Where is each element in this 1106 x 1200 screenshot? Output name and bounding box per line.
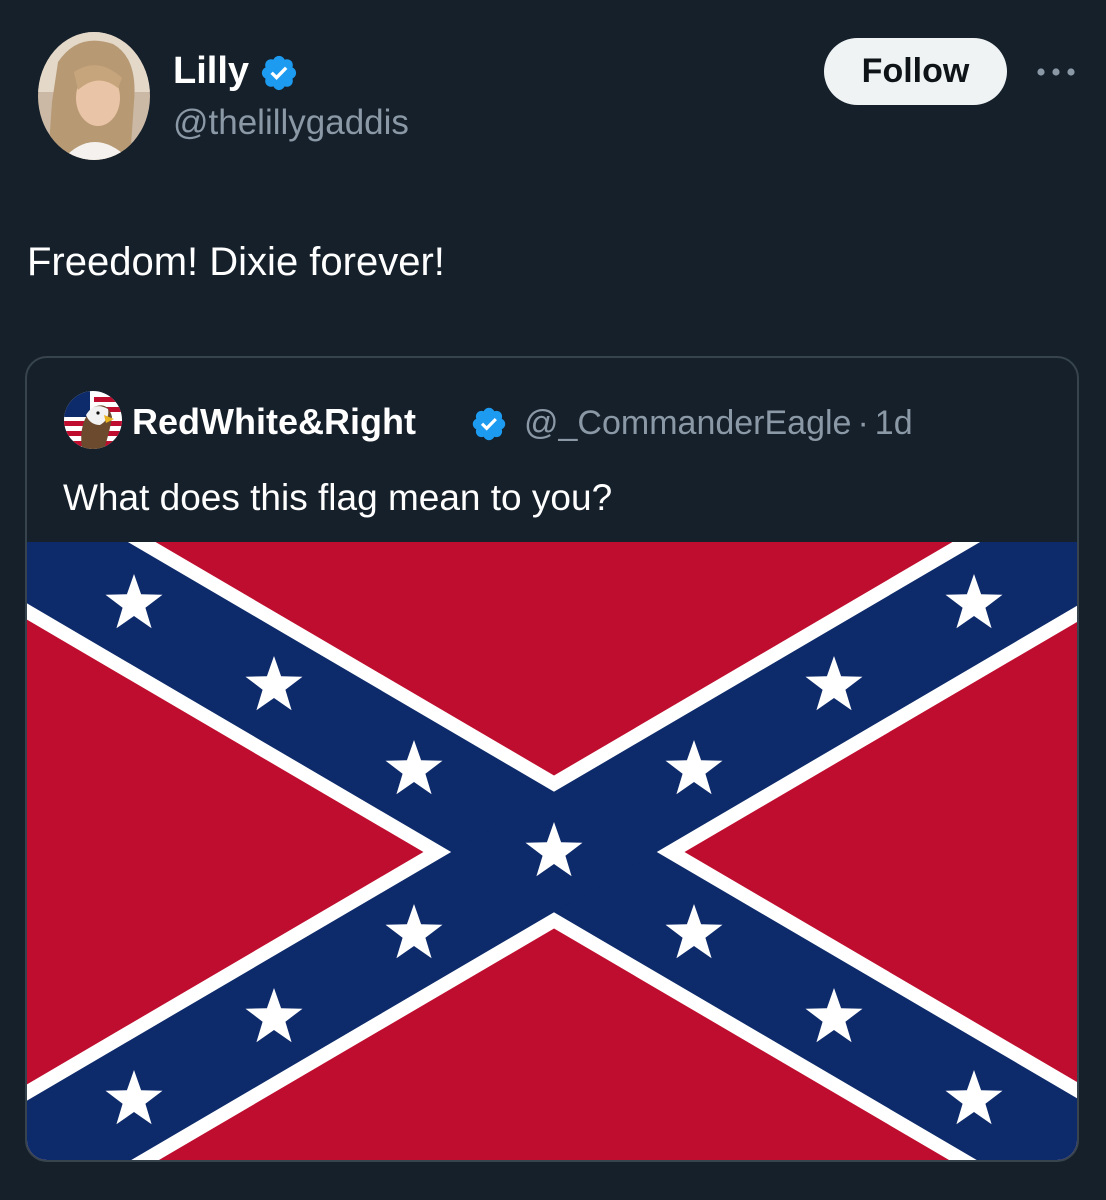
tweet: Lilly @thelillygaddis Follow Freedom! Di…	[0, 0, 1106, 1200]
flag-image	[27, 542, 1077, 1160]
quote-author-handle[interactable]: @_CommanderEagle	[524, 404, 851, 442]
author-handle[interactable]: @thelillygaddis	[173, 100, 409, 146]
quote-timestamp[interactable]: 1d	[875, 404, 913, 442]
meta-separator: ·	[857, 404, 869, 442]
author-name[interactable]: Lilly	[173, 47, 249, 95]
verified-badge-icon	[261, 55, 297, 91]
quoted-tweet-card[interactable]: RedWhite&Right @_CommanderEagle · 1d What …	[25, 356, 1079, 1162]
quote-author-name[interactable]: RedWhite&Right	[132, 399, 416, 445]
more-horizontal-icon[interactable]	[1030, 54, 1082, 90]
author-avatar[interactable]	[38, 32, 150, 160]
verified-badge-icon	[472, 407, 506, 441]
quote-media-image[interactable]	[27, 542, 1077, 1160]
tweet-text: Freedom! Dixie forever!	[27, 240, 445, 284]
quote-text: What does this flag mean to you?	[63, 477, 613, 518]
quote-author-avatar[interactable]	[64, 391, 122, 449]
follow-button[interactable]: Follow	[824, 38, 1007, 105]
quote-meta: @_CommanderEagle · 1d	[524, 400, 913, 446]
